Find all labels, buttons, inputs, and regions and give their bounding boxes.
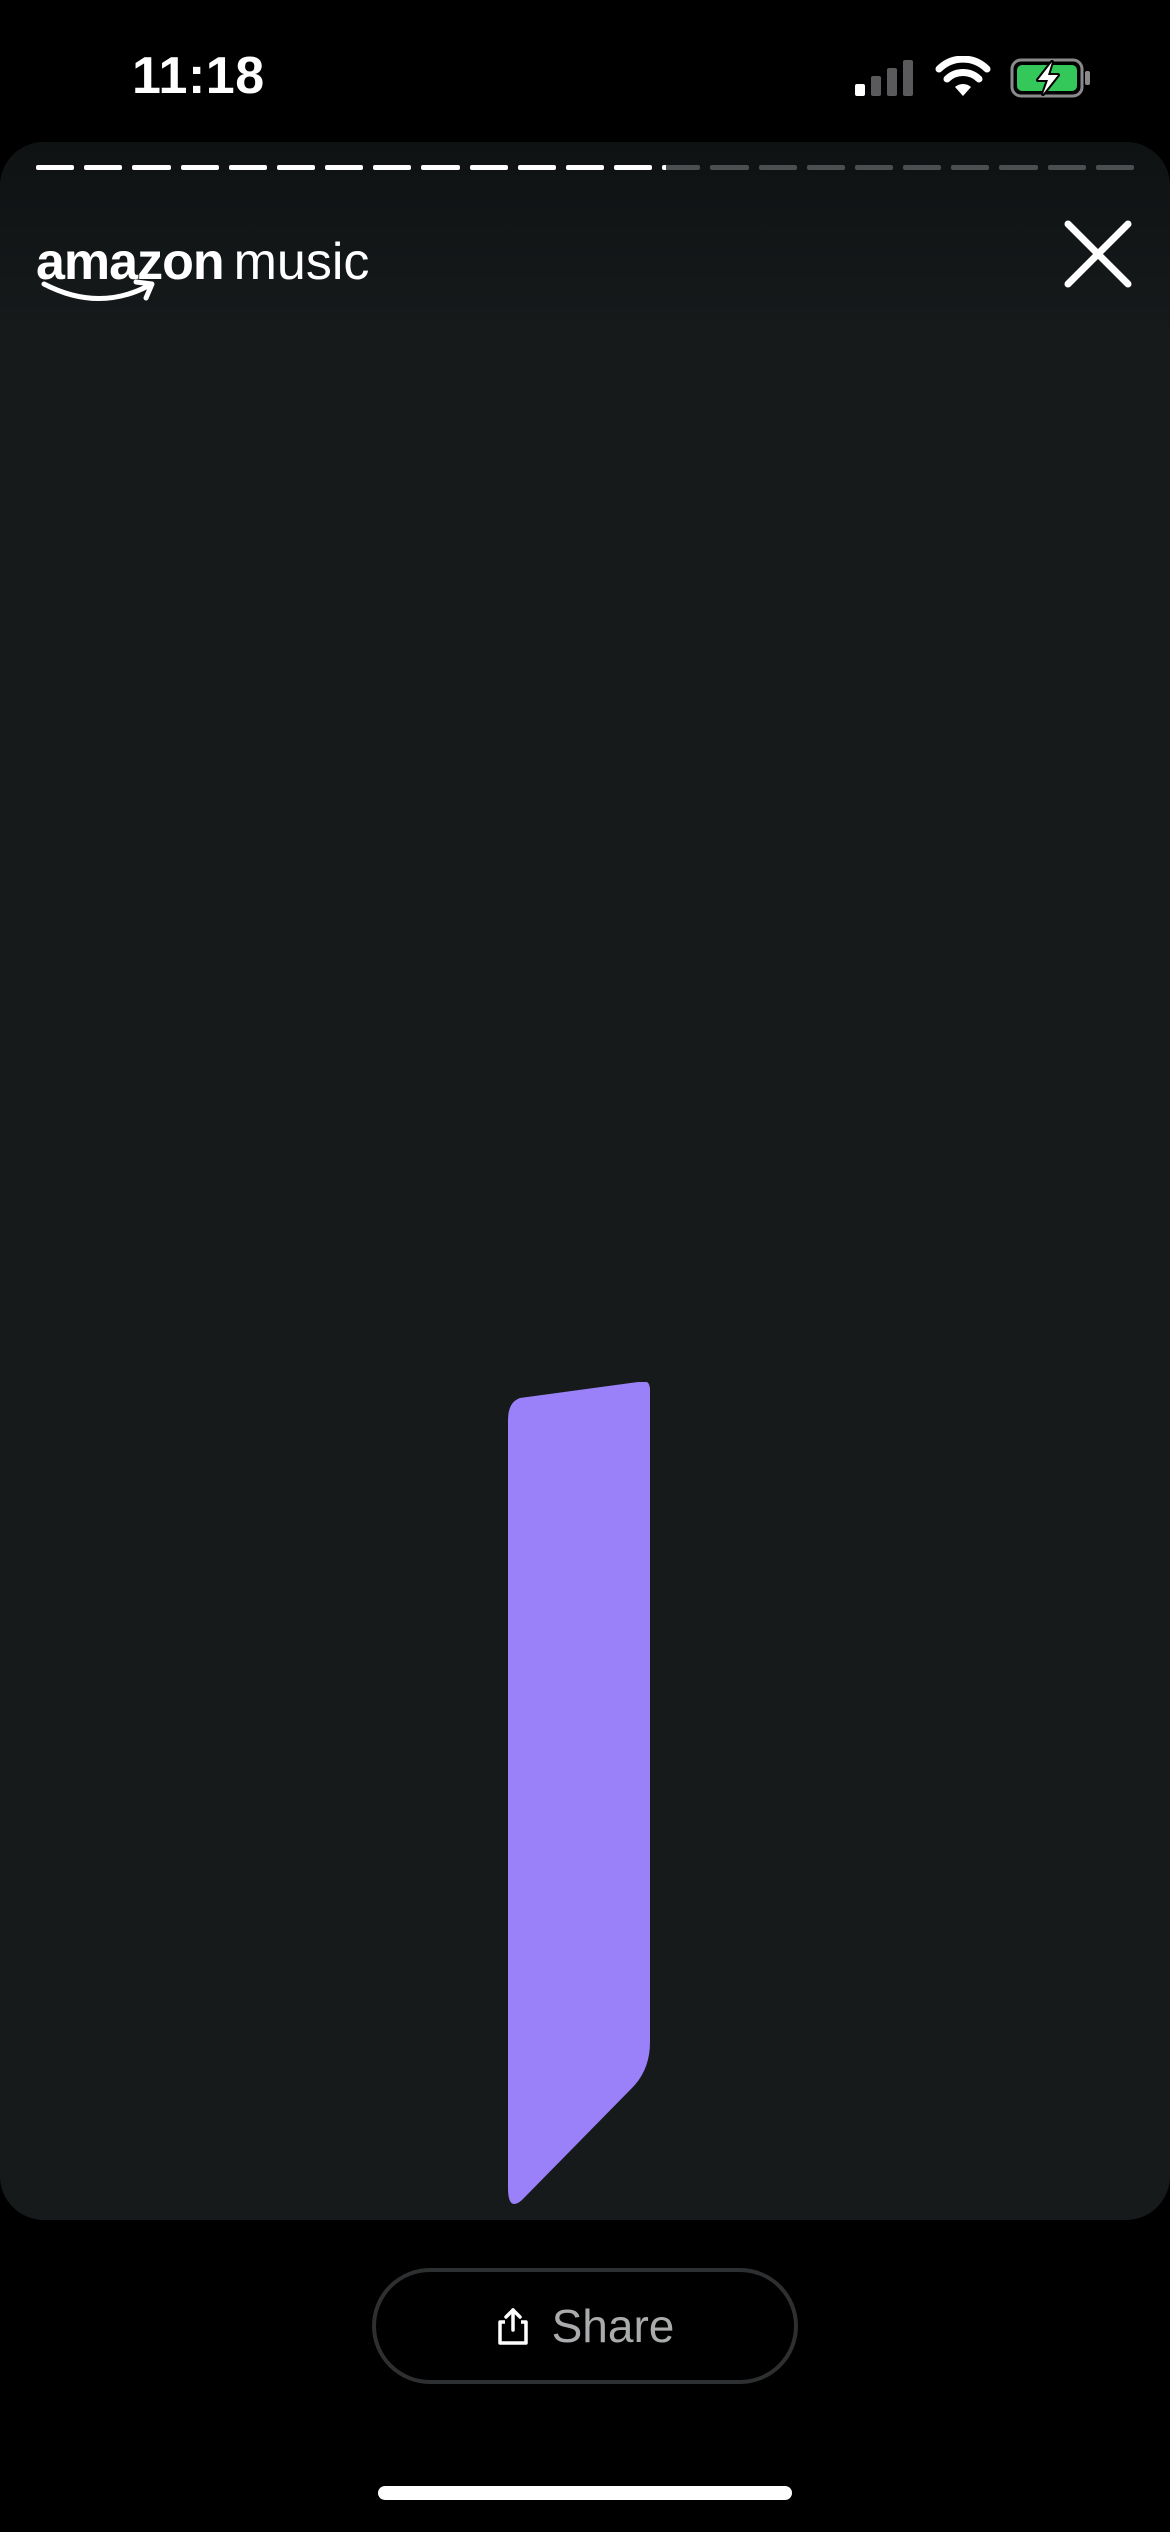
amazon-smile-icon [41, 279, 155, 301]
progress-segment [36, 165, 75, 170]
progress-segment [903, 165, 942, 170]
progress-segment [710, 165, 749, 170]
progress-segment [854, 165, 894, 170]
progress-segment [325, 165, 364, 170]
share-button-label: Share [551, 2300, 675, 2352]
story-card[interactable]: amazon music [0, 142, 1170, 2220]
battery-charging-icon [1010, 58, 1090, 98]
progress-segment [180, 165, 219, 170]
progress-segment [228, 165, 267, 170]
progress-segment [806, 165, 845, 170]
wifi-icon [935, 56, 991, 96]
progress-segment [517, 165, 556, 170]
progress-segment [373, 165, 412, 170]
progress-segment [999, 165, 1038, 170]
progress-segment [565, 165, 605, 170]
home-indicator[interactable] [378, 2486, 792, 2500]
status-bar: 11:18 [0, 0, 1170, 140]
progress-segment [421, 165, 460, 170]
cellular-signal-icon [855, 60, 913, 96]
progress-segment [614, 165, 653, 170]
share-button[interactable]: Share [372, 2268, 798, 2384]
progress-segment [758, 165, 797, 170]
purple-animated-shape [508, 1382, 650, 2204]
progress-segment [469, 165, 508, 170]
progress-segment [84, 165, 123, 170]
progress-segment [1047, 165, 1086, 170]
progress-segment [1095, 165, 1134, 170]
close-icon[interactable] [1058, 214, 1138, 294]
progress-segment [276, 165, 316, 170]
progress-segment [662, 165, 701, 170]
story-progress-bar [36, 165, 1134, 170]
amazon-music-logo: amazon music [36, 234, 369, 304]
progress-segment [132, 165, 171, 170]
progress-segment [951, 165, 990, 170]
status-time: 11:18 [132, 47, 265, 105]
logo-product-text: music [233, 233, 370, 291]
share-icon [497, 2308, 528, 2345]
